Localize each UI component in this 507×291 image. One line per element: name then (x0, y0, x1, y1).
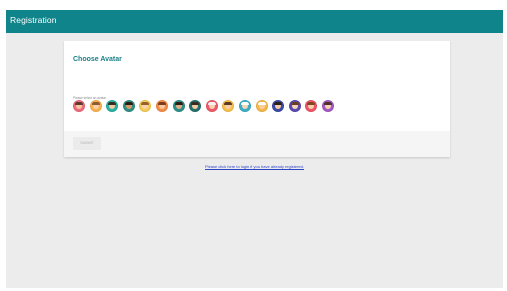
avatar-hair-icon (307, 101, 316, 105)
avatar-option-12[interactable] (255, 100, 268, 112)
avatar-option-4[interactable] (122, 100, 135, 112)
avatar-hair-icon (191, 101, 200, 105)
avatar-option-15[interactable] (305, 100, 318, 112)
avatar-hair-icon (124, 101, 133, 105)
avatar-option-8[interactable] (189, 100, 202, 112)
avatar-option-9[interactable] (205, 100, 218, 112)
avatar-option-14[interactable] (288, 100, 301, 112)
top-app-bar: Registration (6, 10, 503, 33)
submit-button[interactable]: SUBMIT (73, 137, 101, 150)
card-title: Choose Avatar (73, 56, 122, 63)
avatar-hair-icon (274, 101, 283, 105)
login-link[interactable]: Please click here to login if you have a… (6, 164, 503, 169)
avatar-hair-icon (141, 101, 150, 105)
avatar-hair-icon (257, 101, 266, 105)
avatar-hair-icon (108, 101, 117, 105)
avatar-hair-icon (174, 101, 183, 105)
avatar-option-1[interactable] (73, 100, 85, 112)
avatar-option-13[interactable] (272, 100, 285, 112)
avatar-option-16[interactable] (321, 100, 334, 112)
avatar-hair-icon (91, 101, 100, 105)
avatar-hair-icon (323, 101, 332, 105)
avatar-option-3[interactable] (106, 100, 119, 112)
avatar-options (73, 100, 334, 114)
avatar-option-11[interactable] (238, 100, 251, 112)
avatar-option-7[interactable] (172, 100, 185, 112)
avatar-hair-icon (224, 101, 233, 105)
avatar-option-2[interactable] (89, 100, 102, 112)
app-title: Registration (10, 15, 57, 25)
app-frame: Registration Choose Avatar Please select… (6, 10, 503, 288)
choose-avatar-card: Choose Avatar Please select an avatar SU… (64, 41, 450, 157)
avatar-hair-icon (290, 101, 299, 105)
avatar-hair-icon (207, 101, 216, 105)
avatar-hair-icon (240, 101, 249, 105)
card-footer: SUBMIT (64, 131, 450, 157)
avatar-hair-icon (157, 101, 166, 105)
avatar-option-5[interactable] (139, 100, 152, 112)
avatar-option-6[interactable] (155, 100, 168, 112)
avatar-option-10[interactable] (222, 100, 235, 112)
avatar-hair-icon (75, 101, 83, 105)
